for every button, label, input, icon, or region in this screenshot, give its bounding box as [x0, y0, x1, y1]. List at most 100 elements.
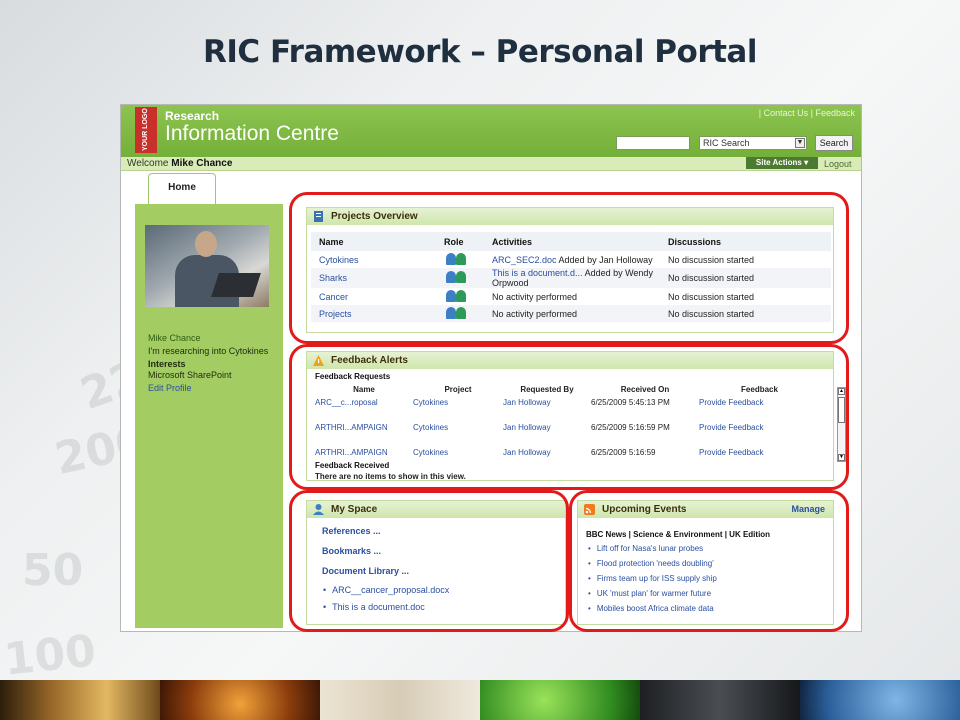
decorative-image-strip [0, 680, 960, 720]
user-icon [313, 504, 324, 515]
table-row: Cytokines ARC_SEC2.doc Added by Jan Holl… [311, 251, 831, 268]
feedback-item-link[interactable]: ARTHRI...AMPAIGN [315, 420, 413, 445]
document-library-link[interactable]: Document Library ... [322, 566, 409, 576]
column-header: Requested By [520, 385, 574, 394]
logo[interactable]: YOUR LOGO [135, 107, 157, 153]
feedback-project-link[interactable]: Cytokines [413, 420, 503, 445]
feedback-alerts-header: Feedback Alerts [307, 352, 833, 369]
feedback-received-label: Feedback Received [315, 461, 390, 470]
column-header: Activities [484, 232, 660, 251]
activity-text: No activity performed [492, 291, 578, 302]
search-scope-select[interactable]: RIC Search ▼ [699, 136, 807, 150]
references-link[interactable]: References ... [322, 526, 381, 536]
slide-title: RIC Framework – Personal Portal [203, 34, 757, 70]
feedback-scrollbar[interactable]: ▲ ▼ [837, 387, 846, 462]
interests-label: Interests [148, 359, 186, 369]
projects-overview-panel: Projects Overview Name Role Activities D… [306, 207, 834, 333]
document-link[interactable]: ARC__cancer_proposal.docx [323, 585, 449, 595]
profile-name[interactable]: Mike Chance [148, 333, 201, 343]
column-header: Project [444, 385, 472, 394]
project-name-link[interactable]: Projects [319, 309, 352, 319]
search-scope-label: RIC Search [703, 138, 750, 148]
projects-icon [314, 211, 323, 222]
upcoming-events-title: Upcoming Events [602, 504, 687, 515]
activity-link[interactable]: ARC_SEC2.doc [492, 255, 557, 265]
feedback-received-empty: There are no items to show in this view. [315, 472, 466, 481]
column-header: Role [436, 232, 484, 251]
provide-feedback-link[interactable]: Provide Feedback [699, 445, 820, 462]
project-name-link[interactable]: Cancer [319, 292, 348, 302]
activity-text: No activity performed [484, 305, 660, 322]
requested-by-link[interactable]: Jan Holloway [503, 445, 591, 462]
role-icon [444, 252, 470, 265]
discussion-text: No discussion started [668, 254, 755, 265]
rss-icon [584, 504, 595, 515]
search-button[interactable]: Search [815, 135, 853, 151]
event-link[interactable]: UK 'must plan' for warmer future [588, 589, 711, 598]
site-actions-button[interactable]: Site Actions ▾ [746, 157, 818, 169]
received-on: 6/25/2009 5:16:59 [591, 448, 656, 457]
feedback-requests-table: Name Project Requested By Received On Fe… [315, 384, 820, 462]
scroll-up-icon[interactable]: ▲ [838, 388, 845, 395]
event-link[interactable]: Lift off for Nasa's lunar probes [588, 544, 703, 553]
my-space-panel: My Space References ... Bookmarks ... Do… [306, 500, 566, 625]
feedback-requests-viewport: Name Project Requested By Received On Fe… [307, 384, 827, 462]
feedback-alerts-title: Feedback Alerts [331, 355, 408, 366]
project-name-link[interactable]: Cytokines [319, 255, 359, 265]
column-header: Feedback [741, 385, 778, 394]
role-icon [444, 306, 470, 319]
feedback-item-link[interactable]: ARTHRI...AMPAIGN [315, 445, 413, 462]
event-link[interactable]: Flood protection 'needs doubling' [588, 559, 714, 568]
scroll-thumb[interactable] [838, 397, 845, 423]
welcome-prefix: Welcome [127, 158, 169, 169]
role-icon [444, 271, 470, 283]
warning-icon [313, 355, 324, 366]
bookmarks-link[interactable]: Bookmarks ... [322, 546, 381, 556]
table-row: Sharks This is a document.d... Added by … [311, 268, 831, 288]
edit-profile-link[interactable]: Edit Profile [148, 383, 192, 393]
brand-small: Research [165, 109, 220, 123]
profile-status: I'm researching into Cytokines [148, 346, 269, 356]
event-link[interactable]: Mobiles boost Africa climate data [588, 604, 714, 613]
portal-screenshot: YOUR LOGO Research Information Centre | … [120, 104, 862, 632]
table-row: ARTHRI...AMPAIGN Cytokines Jan Holloway … [315, 445, 820, 462]
projects-table: Name Role Activities Discussions Cytokin… [311, 232, 831, 322]
feedback-project-link[interactable]: Cytokines [413, 395, 503, 420]
welcome-user[interactable]: Mike Chance [171, 158, 232, 169]
tab-home[interactable]: Home [148, 173, 216, 204]
activity-text: Added by Jan Holloway [558, 254, 653, 265]
events-source: BBC News | Science & Environment | UK Ed… [586, 530, 771, 539]
manage-link[interactable]: Manage [791, 501, 825, 518]
projects-overview-header: Projects Overview [307, 208, 833, 225]
discussion-text: No discussion started [668, 291, 755, 302]
received-on: 6/25/2009 5:16:59 PM [591, 423, 670, 432]
provide-feedback-link[interactable]: Provide Feedback [699, 395, 820, 420]
search-input[interactable] [616, 136, 690, 150]
table-row: ARC__c...roposal Cytokines Jan Holloway … [315, 395, 820, 420]
role-icon [444, 289, 470, 302]
document-link[interactable]: This is a document.doc [323, 602, 425, 612]
projects-overview-title: Projects Overview [331, 211, 418, 222]
background-number: 100 [1, 625, 99, 686]
column-header: Name [353, 385, 375, 394]
feedback-project-link[interactable]: Cytokines [413, 445, 503, 462]
scroll-down-icon[interactable]: ▼ [838, 454, 845, 461]
project-name-link[interactable]: Sharks [319, 273, 347, 283]
table-row: Cancer No activity performed No discussi… [311, 288, 831, 305]
requested-by-link[interactable]: Jan Holloway [503, 420, 591, 445]
discussion-text: No discussion started [660, 305, 831, 322]
logout-link[interactable]: Logout [824, 157, 852, 171]
brand-title: Information Centre [165, 122, 339, 145]
feedback-item-link[interactable]: ARC__c...roposal [315, 395, 413, 420]
received-on: 6/25/2009 5:45:13 PM [591, 398, 670, 407]
provide-feedback-link[interactable]: Provide Feedback [699, 420, 820, 445]
event-link[interactable]: Firms team up for ISS supply ship [588, 574, 717, 583]
column-header: Received On [620, 385, 670, 394]
chevron-down-icon[interactable]: ▼ [795, 138, 805, 148]
requested-by-link[interactable]: Jan Holloway [503, 395, 591, 420]
top-links[interactable]: | Contact Us | Feedback [759, 108, 855, 118]
table-row: ARTHRI...AMPAIGN Cytokines Jan Holloway … [315, 420, 820, 445]
activity-link[interactable]: This is a document.d... [492, 268, 583, 278]
interests-value: Microsoft SharePoint [148, 370, 232, 380]
table-row: Projects No activity performed No discus… [311, 305, 831, 322]
